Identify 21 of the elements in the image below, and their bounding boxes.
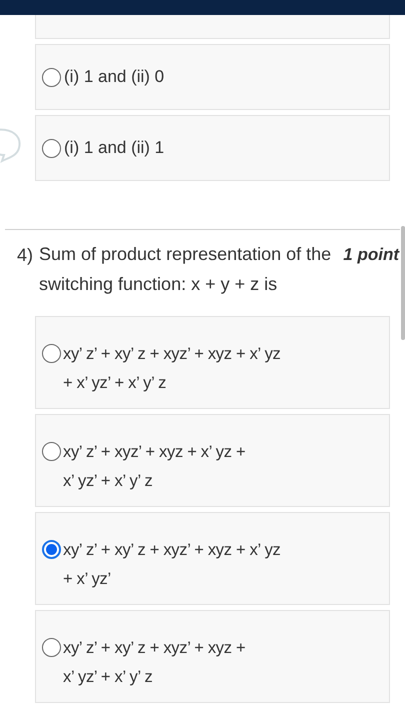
points-label: 1 point	[343, 245, 399, 266]
option-label: xy’ z’ + xyz’ + xyz + x’ yz +	[63, 442, 246, 463]
radio-button[interactable]	[42, 540, 61, 559]
option-label: x’ yz’ + x’ y’ z	[63, 471, 154, 492]
option-label: xy’ z’ + xy’ z + xyz’ + xyz + x’ yz	[63, 540, 280, 561]
scrollbar[interactable]	[401, 226, 405, 340]
option-label: xy’ z’ + xy’ z + xyz’ + xyz +	[63, 638, 246, 659]
chat-bubble-icon	[0, 128, 22, 164]
option-label: (i) 1 and (ii) 0	[64, 67, 164, 87]
radio-button[interactable]	[42, 68, 61, 86]
radio-button[interactable]	[42, 344, 61, 363]
option-label: (i) 1 and (ii) 1	[64, 138, 164, 158]
option-label: + x’ yz’ + x’ y’ z	[63, 373, 168, 394]
radio-button[interactable]	[42, 638, 61, 657]
question-number: 4)	[17, 245, 34, 267]
option-label: xy’ z’ + xy’ z + xyz’ + xyz + x’ yz	[63, 344, 280, 365]
radio-button[interactable]	[42, 138, 61, 158]
option-label: x’ yz’ + x’ y’ z	[63, 667, 154, 688]
option-label: + x’ yz’	[63, 569, 112, 590]
radio-button[interactable]	[42, 442, 61, 461]
question-text: Sum of product representation of the switching function: x + y + z is	[39, 243, 332, 296]
